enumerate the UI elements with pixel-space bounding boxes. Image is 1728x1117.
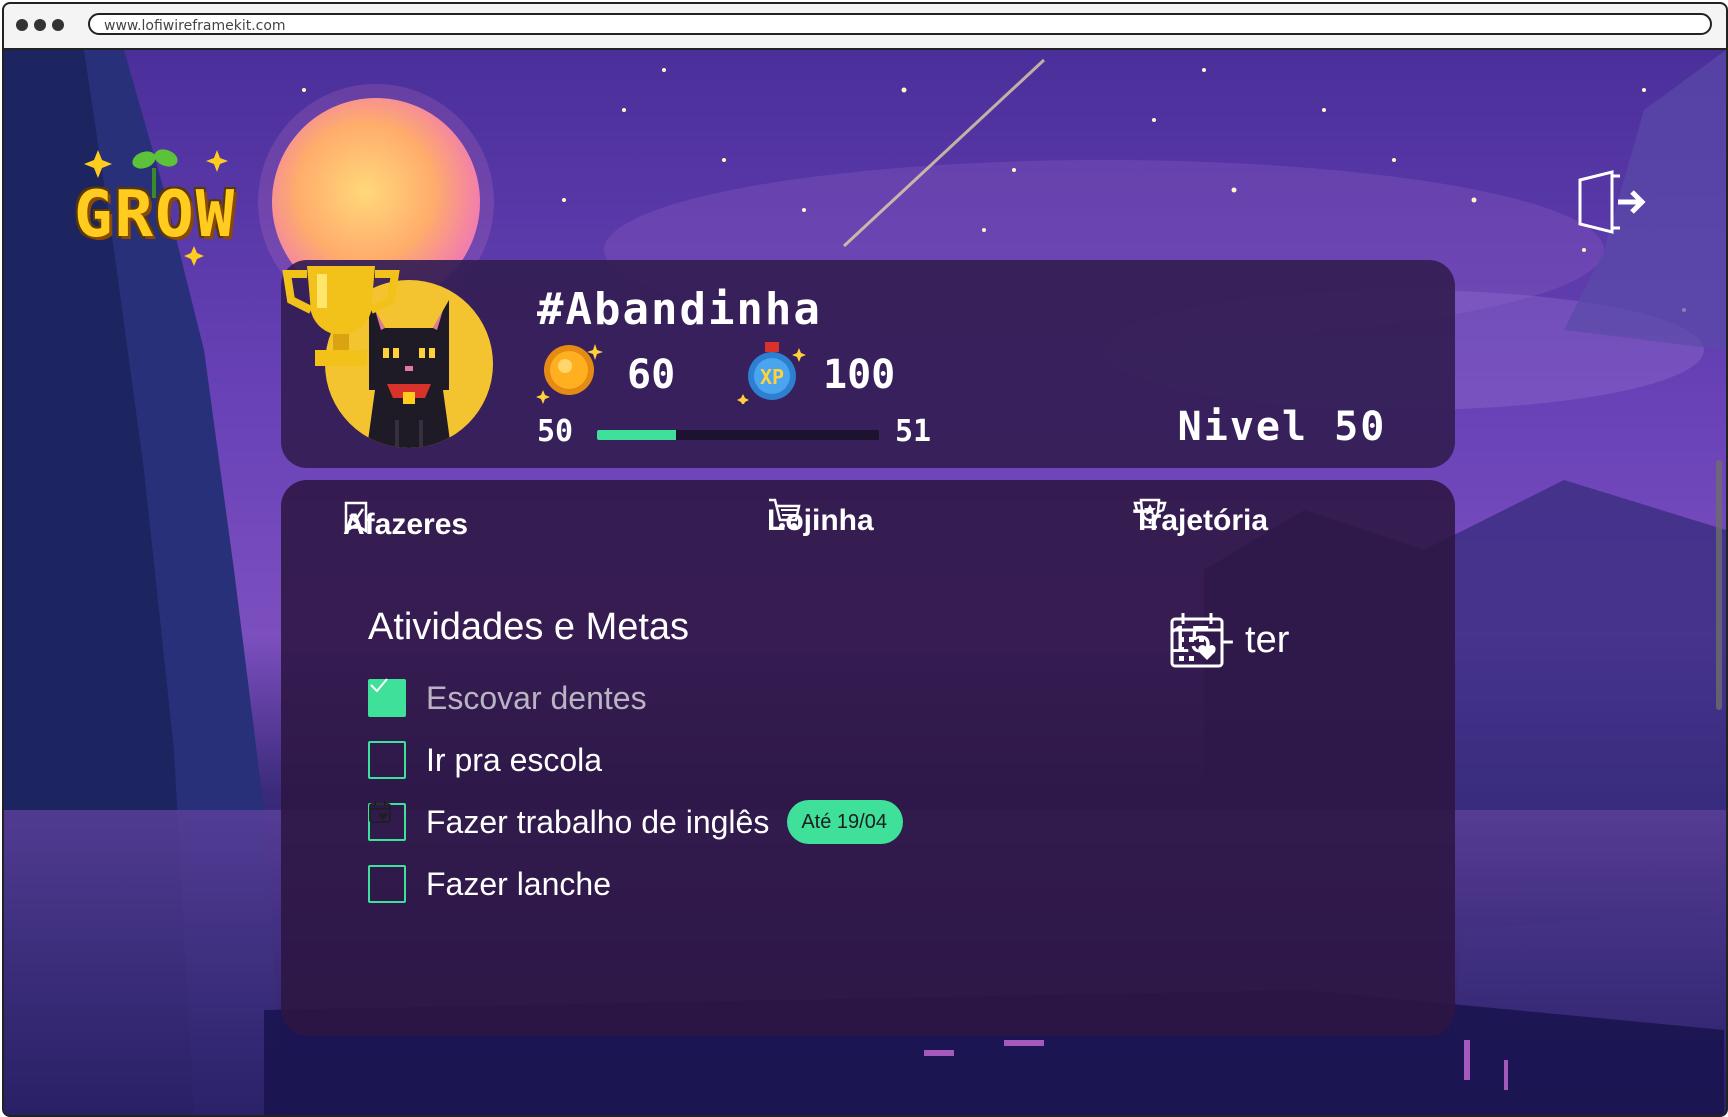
- activities-card: Afazeres Lojinha Trajetória Atividades e…: [281, 480, 1455, 1036]
- calendar-heart-icon: [1170, 613, 1224, 668]
- trophy-star-icon: [1133, 498, 1167, 529]
- task-item: Ir pra escola: [368, 738, 602, 782]
- tab-afazeres[interactable]: Afazeres: [343, 500, 468, 550]
- deadline-text: Até 19/04: [801, 810, 887, 833]
- task-item: Escovar dentes: [368, 676, 647, 720]
- task-label: Ir pra escola: [426, 741, 603, 778]
- xp-value: 100: [823, 352, 896, 398]
- username: #Abandinha: [537, 284, 822, 335]
- level-progress-bar: [597, 430, 879, 440]
- coin-icon: [536, 344, 603, 404]
- page-scrollbar[interactable]: [1716, 460, 1722, 710]
- svg-text:XP: XP: [760, 365, 784, 389]
- window-close-dot[interactable]: [16, 19, 28, 31]
- task-item: Fazer trabalho de inglês Até 19/04: [368, 800, 903, 844]
- address-bar[interactable]: www.lofiwireframekit.com: [88, 13, 1712, 35]
- calendar-heart-icon: [369, 801, 391, 823]
- window-maximize-dot[interactable]: [52, 19, 64, 31]
- deadline-badge[interactable]: Até 19/04: [369, 800, 903, 844]
- app-viewport: GROW #Abandinha 60 XP 100 50 51 Nivel 50…: [4, 50, 1726, 1115]
- next-level-number: 51: [895, 414, 932, 449]
- browser-toolbar: www.lofiwireframekit.com: [4, 4, 1726, 50]
- tab-lojinha[interactable]: Lojinha: [767, 496, 874, 546]
- level-progress-fill: [597, 430, 676, 440]
- exit-door-icon: [1578, 170, 1646, 234]
- checklist-icon: [344, 501, 368, 534]
- window-minimize-dot[interactable]: [34, 19, 46, 31]
- task-item: Fazer lanche: [368, 862, 611, 906]
- task-label: Fazer lanche: [426, 865, 611, 902]
- task-checkbox[interactable]: [368, 865, 406, 903]
- date-display: 15 - ter: [1169, 610, 1289, 670]
- browser-window: www.lofiwireframekit.com GROW #Abandinha…: [2, 2, 1728, 1117]
- logo-wordmark: GROW: [74, 178, 237, 252]
- task-label: Escovar dentes: [426, 679, 647, 716]
- sparkle-icon: [184, 246, 204, 266]
- grow-logo[interactable]: GROW: [64, 138, 264, 268]
- level-label: Nivel 50: [1177, 404, 1387, 450]
- cart-icon: [769, 498, 801, 529]
- xp-potion-icon: XP: [737, 342, 806, 404]
- tab-trajetoria[interactable]: Trajetória: [1133, 496, 1268, 546]
- profile-card: #Abandinha 60 XP 100 50 51 Nivel 50: [281, 260, 1455, 468]
- current-level-number: 50: [537, 414, 574, 449]
- task-checkbox[interactable]: [368, 678, 406, 717]
- checkmark-icon: [370, 678, 388, 693]
- task-checkbox[interactable]: [368, 741, 406, 779]
- task-label: Fazer trabalho de inglês: [426, 803, 770, 840]
- section-title: Atividades e Metas: [368, 606, 690, 648]
- exit-button[interactable]: [1574, 166, 1646, 238]
- trophy-icon: [282, 266, 400, 366]
- coins-value: 60: [627, 352, 676, 398]
